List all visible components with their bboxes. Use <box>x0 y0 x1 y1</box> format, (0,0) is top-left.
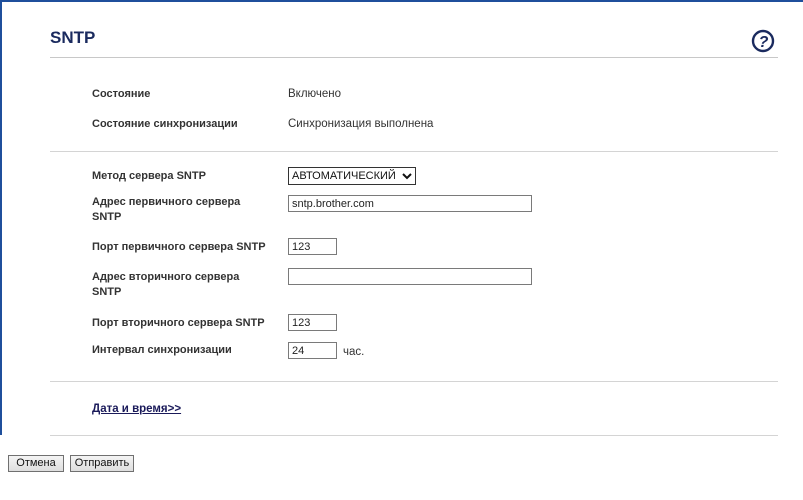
title-divider <box>50 57 778 58</box>
interval-unit: час. <box>343 346 365 358</box>
primary-address-input[interactable] <box>288 195 532 212</box>
primary-address-label: Адрес первичного сервера SNTP <box>92 195 240 225</box>
primary-port-label: Порт первичного сервера SNTP <box>92 241 266 253</box>
primary-port-input[interactable] <box>288 238 337 255</box>
frame-border-left <box>0 0 2 435</box>
secondary-port-label: Порт вторичного сервера SNTP <box>92 317 265 329</box>
page-title: SNTP <box>50 28 96 47</box>
secondary-address-label: Адрес вторичного сервера SNTP <box>92 270 239 300</box>
section-divider <box>50 151 778 152</box>
secondary-address-input[interactable] <box>288 268 532 285</box>
secondary-port-input[interactable] <box>288 314 337 331</box>
method-select-value: АВТОМАТИЧЕСКИЙ <box>292 170 396 182</box>
interval-input[interactable] <box>288 342 337 359</box>
state-label: Состояние <box>92 88 151 100</box>
method-select[interactable]: АВТОМАТИЧЕСКИЙ <box>288 167 416 185</box>
chevron-down-icon <box>402 173 412 180</box>
submit-button[interactable]: Отправить <box>70 455 134 472</box>
sync-state-label: Состояние синхронизации <box>92 118 238 130</box>
frame-border-top <box>0 0 803 2</box>
sync-state-value: Синхронизация выполнена <box>288 118 434 130</box>
interval-label: Интервал синхронизации <box>92 344 232 356</box>
footer-divider <box>50 435 778 436</box>
secondary-address-label-line2: SNTP <box>92 286 122 298</box>
primary-address-label-line1: Адрес первичного сервера <box>92 196 241 208</box>
cancel-button[interactable]: Отмена <box>8 455 64 472</box>
date-time-link[interactable]: Дата и время>> <box>92 403 181 415</box>
method-label: Метод сервера SNTP <box>92 170 206 182</box>
svg-text:?: ? <box>759 34 769 51</box>
primary-address-label-line2: SNTP <box>92 211 122 223</box>
secondary-address-label-line1: Адрес вторичного сервера <box>92 271 240 283</box>
state-value: Включено <box>288 88 342 100</box>
help-icon[interactable]: ? <box>751 29 775 53</box>
section-divider-lower <box>50 381 778 382</box>
